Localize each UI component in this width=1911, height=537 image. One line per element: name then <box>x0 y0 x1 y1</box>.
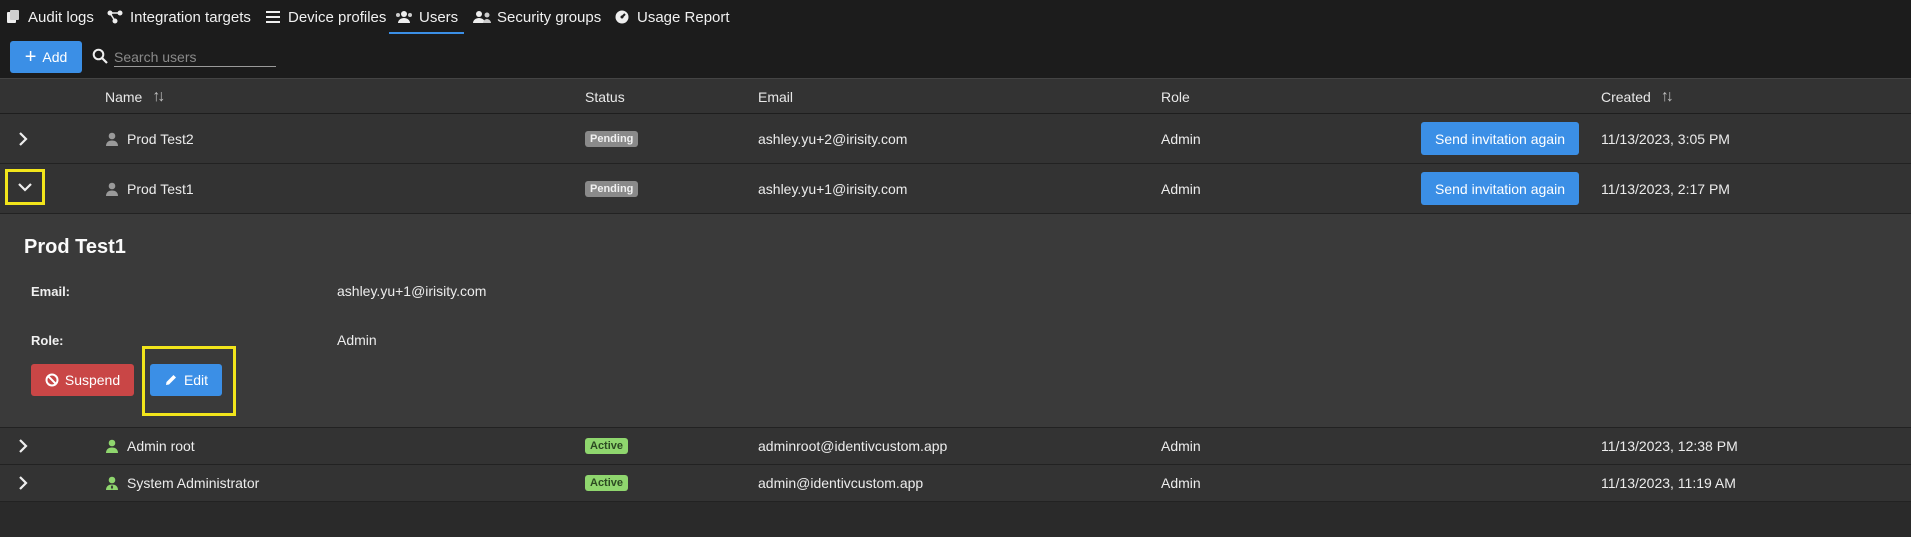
status-cell: Active <box>585 428 629 464</box>
created-cell: 11/13/2023, 3:05 PM <box>1601 130 1730 147</box>
tab-label: Audit logs <box>28 8 94 26</box>
send-invitation-button[interactable]: Send invitation again <box>1421 172 1579 205</box>
suspend-label: Suspend <box>64 372 121 388</box>
search-icon <box>92 48 108 64</box>
tab-integration-targets[interactable]: Integration targets <box>106 0 251 34</box>
column-header-name[interactable]: Name ↑↓ <box>105 79 165 115</box>
role-cell: Admin <box>1161 475 1201 491</box>
role-cell: Admin <box>1161 438 1201 454</box>
status-badge: Active <box>585 438 629 454</box>
column-label: Created <box>1601 89 1651 105</box>
user-name-cell: Admin root <box>105 428 195 464</box>
created-cell: 11/13/2023, 12:38 PM <box>1601 438 1738 454</box>
user-name: Prod Test1 <box>127 180 194 197</box>
role-cell: Admin <box>1161 130 1201 147</box>
role-label: Role: <box>31 333 64 348</box>
user-icon <box>106 182 118 196</box>
edit-label: Edit <box>183 372 209 388</box>
column-label: Role <box>1161 89 1190 105</box>
gauge-icon <box>613 8 631 26</box>
tab-users[interactable]: Users <box>388 0 465 34</box>
empty-area <box>0 502 1911 537</box>
user-detail-panel: Prod Test1 Email: ashley.yu+1@irisity.co… <box>0 214 1911 428</box>
column-label: Email <box>758 89 794 105</box>
email-value: ashley.yu+1@irisity.com <box>337 283 487 299</box>
tab-label: Users <box>419 8 459 26</box>
edit-button[interactable]: Edit <box>150 364 222 396</box>
user-icon <box>106 439 118 453</box>
status-badge: Active <box>585 475 629 491</box>
user-name: Prod Test2 <box>127 130 194 147</box>
audit-logs-icon <box>4 8 22 26</box>
send-invitation-button[interactable]: Send invitation again <box>1421 122 1579 155</box>
user-icon <box>106 132 118 146</box>
created-cell: 11/13/2023, 2:17 PM <box>1601 180 1730 197</box>
tab-label: Security groups <box>497 8 602 26</box>
email-cell: ashley.yu+2@irisity.com <box>758 130 908 147</box>
add-button-label: Add <box>42 49 68 65</box>
user-name-cell: Prod Test1 <box>105 164 194 213</box>
column-header-status: Status <box>585 79 625 115</box>
security-groups-icon <box>473 8 491 26</box>
status-cell: Active <box>585 465 629 501</box>
email-cell: adminroot@identivcustom.app <box>758 438 948 454</box>
integration-icon <box>106 8 124 26</box>
column-label: Status <box>585 89 625 105</box>
tab-label: Device profiles <box>288 8 387 26</box>
column-label: Name <box>105 89 143 105</box>
table-row[interactable]: Prod Test2 Pending ashley.yu+2@irisity.c… <box>0 114 1911 164</box>
email-label: Email: <box>31 284 71 299</box>
role-cell: Admin <box>1161 180 1201 197</box>
expand-chevron-icon[interactable] <box>10 114 36 163</box>
table-header: Name ↑↓ Status Email Role Created ↑↓ <box>0 78 1911 114</box>
table-row[interactable]: System Administrator Active admin@identi… <box>0 465 1911 502</box>
column-header-email: Email <box>758 79 793 115</box>
email-cell: ashley.yu+1@irisity.com <box>758 180 908 197</box>
collapse-chevron-icon[interactable] <box>5 169 45 205</box>
table-row[interactable]: Admin root Active adminroot@identivcusto… <box>0 428 1911 465</box>
column-header-created[interactable]: Created ↑↓ <box>1601 79 1674 115</box>
users-icon <box>395 8 413 26</box>
sort-icon[interactable]: ↑↓ <box>1661 88 1674 106</box>
tab-bar: Audit logs Integration targets Device pr… <box>0 0 1911 34</box>
column-header-role: Role <box>1161 79 1190 115</box>
add-button[interactable]: + Add <box>10 41 82 73</box>
plus-icon: + <box>24 46 37 68</box>
status-badge: Pending <box>585 180 639 197</box>
tab-usage-report[interactable]: Usage Report <box>613 0 730 34</box>
table-row[interactable]: Prod Test1 Pending ashley.yu+1@irisity.c… <box>0 164 1911 214</box>
list-icon <box>264 8 282 26</box>
tab-security-groups[interactable]: Security groups <box>473 0 601 34</box>
role-value: Admin <box>337 332 377 348</box>
status-cell: Pending <box>585 164 639 213</box>
created-cell: 11/13/2023, 11:19 AM <box>1601 475 1736 491</box>
search-input[interactable] <box>114 47 276 67</box>
pencil-icon <box>165 375 176 385</box>
expand-chevron-icon[interactable] <box>10 428 36 464</box>
user-name-cell: System Administrator <box>105 465 259 501</box>
user-name: Admin root <box>127 438 195 454</box>
toolbar: + Add <box>0 34 1911 78</box>
email-cell: admin@identivcustom.app <box>758 475 924 491</box>
expand-chevron-icon[interactable] <box>10 465 36 501</box>
detail-title: Prod Test1 <box>24 236 126 258</box>
status-badge: Pending <box>585 130 639 147</box>
user-name: System Administrator <box>127 475 260 491</box>
block-icon <box>45 373 59 387</box>
tab-device-profiles[interactable]: Device profiles <box>264 0 386 34</box>
admin-user-icon <box>106 476 118 490</box>
user-name-cell: Prod Test2 <box>105 114 194 163</box>
tab-label: Integration targets <box>130 8 251 26</box>
status-cell: Pending <box>585 114 639 163</box>
sort-icon[interactable]: ↑↓ <box>152 88 165 106</box>
tab-audit-logs[interactable]: Audit logs <box>4 0 94 34</box>
suspend-button[interactable]: Suspend <box>31 364 134 396</box>
tab-label: Usage Report <box>637 8 730 26</box>
